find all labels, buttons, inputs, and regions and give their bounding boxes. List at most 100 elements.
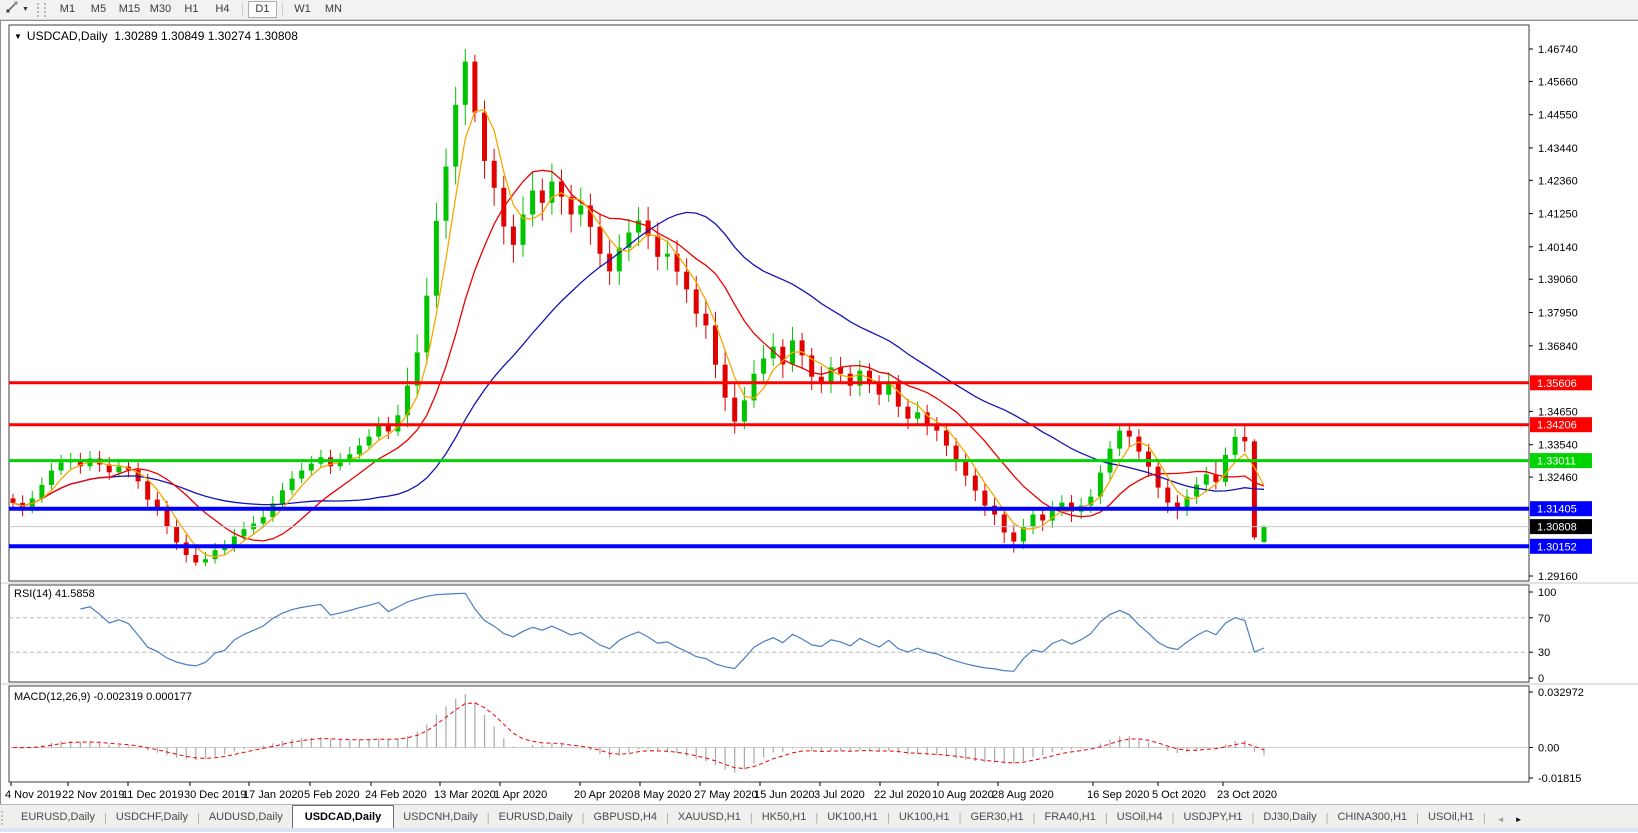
tabs-scroll-right-button[interactable]: ►: [1510, 815, 1528, 824]
date-tick-label: 4 Nov 2019: [5, 789, 61, 801]
macd-value: -0.002319: [93, 691, 143, 703]
macd-signal-value: 0.000177: [146, 691, 192, 703]
symbol-tab-dj30-daily[interactable]: DJ30,Daily: [1254, 807, 1325, 828]
price-tick-label: 1.34650: [1538, 406, 1578, 418]
rsi-value: 41.5858: [55, 588, 95, 600]
timeframe-button-h4[interactable]: H4: [208, 1, 237, 18]
symbol-tab-eurusd-daily[interactable]: EURUSD,Daily: [12, 807, 104, 828]
date-tick-label: 5 Feb 2020: [304, 789, 360, 801]
symbol-tab-gbpusd-h4[interactable]: GBPUSD,H4: [584, 807, 666, 828]
date-tick-label: 8 May 2020: [634, 789, 691, 801]
symbol-tab-audusd-daily[interactable]: AUDUSD,Daily: [200, 807, 292, 828]
symbol-tab-usdjpy-h1[interactable]: USDJPY,H1: [1174, 807, 1251, 828]
panel-splitter[interactable]: [1, 683, 1638, 685]
symbol-tab-usoil-h4[interactable]: USOil,H4: [1108, 807, 1172, 828]
svg-text:1.33011: 1.33011: [1537, 456, 1576, 468]
price-tick-label: 1.45660: [1538, 76, 1578, 88]
toolbar-separator: [242, 3, 243, 17]
rsi-tick-label: 70: [1538, 613, 1550, 625]
rsi-plot-area[interactable]: [9, 585, 1529, 682]
line-studies-tool-button[interactable]: ▼: [1, 1, 33, 18]
line-studies-icon: [5, 0, 19, 19]
price-tick-label: 1.29160: [1538, 571, 1578, 583]
symbol-tab-usdchf-daily[interactable]: USDCHF,Daily: [107, 807, 197, 828]
date-tick-label: 16 Sep 2020: [1087, 789, 1149, 801]
price-tick-label: 1.39060: [1538, 274, 1578, 286]
symbol-tab-uk100-h1[interactable]: UK100,H1: [890, 807, 959, 828]
tabs-scroll-left-button[interactable]: ◄: [1492, 815, 1510, 824]
rsi-tick-label: 100: [1538, 587, 1556, 599]
symbol-tab-usdcnh-daily[interactable]: USDCNH,Daily: [394, 807, 487, 828]
ohlc-open: 1.30289: [114, 29, 157, 43]
price-tick-label: 1.40140: [1538, 242, 1578, 254]
date-tick-label: 11 Dec 2019: [122, 789, 184, 801]
symbol-tab-fra40-h1[interactable]: FRA40,H1: [1036, 807, 1105, 828]
timeframe-button-m5[interactable]: M5: [84, 1, 113, 18]
price-badge-1.31405: 1.31405: [1530, 501, 1592, 516]
price-badge-1.34206: 1.34206: [1530, 417, 1592, 432]
price-badge-1.33011: 1.33011: [1530, 453, 1592, 468]
main-price-panel[interactable]: 1.46740 1.45660 1.44550 1.43440 1.42360 1.412…: [9, 25, 1592, 583]
price-tick-label: 1.41250: [1538, 209, 1578, 221]
price-tick-label: 1.46740: [1538, 44, 1578, 56]
date-tick-label: 13 Mar 2020: [434, 789, 496, 801]
ohlc-low: 1.30274: [208, 29, 251, 43]
symbol-tab-eurusd-daily[interactable]: EURUSD,Daily: [490, 807, 582, 828]
price-tick-label: 1.32460: [1538, 472, 1578, 484]
timeframe-button-d1[interactable]: D1: [248, 1, 277, 18]
date-tick-label: 24 Feb 2020: [365, 789, 427, 801]
date-tick-label: 5 Oct 2020: [1152, 789, 1206, 801]
price-tick-label: 1.42360: [1538, 175, 1578, 187]
date-tick-label: 27 May 2020: [694, 789, 758, 801]
chart-symbol-label: USDCAD,Daily: [27, 29, 108, 43]
macd-indicator-label: MACD(12,26,9) -0.002319 0.000177: [14, 691, 192, 703]
macd-panel[interactable]: 0.0329720.00-0.01815: [9, 686, 1584, 785]
timeframe-button-mn[interactable]: MN: [319, 1, 348, 18]
timeframe-button-m30[interactable]: M30: [146, 1, 175, 18]
svg-text:1.30808: 1.30808: [1537, 522, 1577, 534]
toolbar-drag-handle[interactable]: [37, 3, 46, 17]
chart-collapse-toggle[interactable]: ▼: [14, 32, 22, 41]
symbol-tab-bar: EURUSD,Daily|USDCHF,Daily|AUDUSD,DailyUS…: [0, 804, 1638, 828]
timeframe-toolbar: M1M5M15M30H1H4 D1 W1MN: [52, 0, 349, 19]
svg-text:1.35606: 1.35606: [1537, 378, 1577, 390]
price-tick-label: 1.43440: [1538, 143, 1578, 155]
macd-tick-label: -0.01815: [1538, 773, 1581, 785]
rsi-tick-label: 0: [1538, 673, 1544, 685]
symbol-tab-hk50-h1[interactable]: HK50,H1: [753, 807, 816, 828]
chevron-down-icon: ▼: [22, 6, 29, 13]
macd-tick-label: 0.00: [1538, 743, 1559, 755]
price-badge-1.30808: 1.30808: [1530, 519, 1592, 534]
toolbar-separator: [282, 3, 283, 17]
price-badge-1.35606: 1.35606: [1530, 375, 1592, 390]
svg-text:1.31405: 1.31405: [1537, 504, 1577, 516]
macd-plot-area[interactable]: [9, 686, 1529, 782]
timeframe-button-w1[interactable]: W1: [288, 1, 317, 18]
date-tick-label: 1 Apr 2020: [494, 789, 547, 801]
date-tick-label: 28 Aug 2020: [992, 789, 1054, 801]
timeframe-button-m15[interactable]: M15: [115, 1, 144, 18]
price-chart-canvas[interactable]: 1.46740 1.45660 1.44550 1.43440 1.42360 1.412…: [1, 21, 1638, 833]
timeframe-button-m1[interactable]: M1: [53, 1, 82, 18]
price-tick-label: 1.44550: [1538, 110, 1578, 122]
timeframe-button-h1[interactable]: H1: [177, 1, 206, 18]
symbol-tab-usoil-h1[interactable]: USOil,H1: [1419, 807, 1483, 828]
panel-splitter[interactable]: [1, 582, 1638, 584]
rsi-tick-label: 30: [1538, 647, 1550, 659]
date-tick-label: 10 Aug 2020: [932, 789, 994, 801]
main-plot-area[interactable]: [9, 25, 1529, 581]
symbol-tab-uk100-h1[interactable]: UK100,H1: [818, 807, 887, 828]
symbol-tab-usdcad-daily[interactable]: USDCAD,Daily: [292, 805, 394, 829]
tabbar-drag-handle[interactable]: [1, 811, 10, 825]
tab-separator: |: [1483, 812, 1486, 828]
svg-text:1.34206: 1.34206: [1537, 420, 1577, 432]
top-toolbar: ▼ M1M5M15M30H1H4 D1 W1MN: [0, 0, 1638, 20]
chart-ohlc-header: ▼USDCAD,Daily 1.30289 1.30849 1.30274 1.…: [14, 29, 298, 43]
symbol-tab-xauusd-h1[interactable]: XAUUSD,H1: [669, 807, 750, 828]
date-tick-label: 30 Dec 2019: [184, 789, 246, 801]
date-tick-label: 17 Jan 2020: [243, 789, 304, 801]
ohlc-high: 1.30849: [161, 29, 204, 43]
rsi-panel[interactable]: 100 70 30 0: [9, 585, 1556, 685]
symbol-tab-china300-h1[interactable]: CHINA300,H1: [1328, 807, 1416, 828]
symbol-tab-ger30-h1[interactable]: GER30,H1: [961, 807, 1032, 828]
